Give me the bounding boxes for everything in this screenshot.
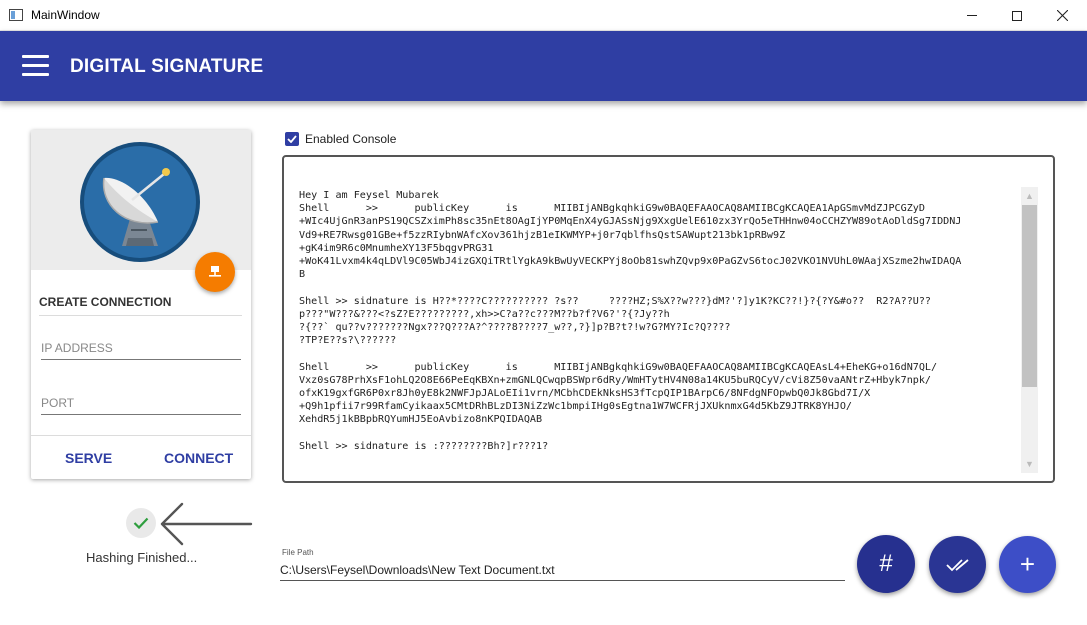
hamburger-menu-icon[interactable]	[22, 55, 49, 76]
hash-button[interactable]: #	[857, 535, 915, 593]
app-title: DIGITAL SIGNATURE	[70, 56, 264, 77]
status-check-badge	[126, 508, 156, 538]
add-button[interactable]: +	[999, 536, 1056, 593]
scroll-up-icon[interactable]: ▲	[1021, 189, 1038, 203]
arrow-left-icon	[160, 502, 253, 546]
status-text: Hashing Finished...	[86, 550, 198, 565]
ip-address-input[interactable]	[41, 336, 241, 359]
minimize-icon	[967, 15, 977, 16]
minimize-button[interactable]	[949, 0, 995, 31]
ip-address-field[interactable]	[41, 336, 241, 360]
connect-button[interactable]: CONNECT	[164, 450, 233, 466]
plus-icon: +	[1019, 549, 1036, 579]
window-app-icon	[9, 9, 23, 21]
console-panel[interactable]: Hey I am Feysel Mubarek Shell >> publicK…	[282, 155, 1055, 483]
console-toggle[interactable]: Enabled Console	[285, 132, 396, 146]
card-actions-divider	[31, 435, 251, 436]
hash-icon: #	[879, 550, 893, 577]
double-check-icon	[945, 558, 969, 571]
connection-card: CREATE CONNECTION SERVE CONNECT	[31, 130, 251, 479]
card-divider	[39, 315, 242, 316]
network-action-button[interactable]	[195, 252, 235, 292]
window-titlebar: MainWindow	[0, 0, 1087, 31]
network-icon	[209, 266, 221, 277]
window-title: MainWindow	[31, 8, 100, 22]
console-scrollbar[interactable]: ▲ ▼	[1021, 187, 1038, 473]
serve-button[interactable]: SERVE	[65, 450, 112, 466]
app-bar: DIGITAL SIGNATURE	[0, 31, 1087, 101]
scroll-down-icon[interactable]: ▼	[1021, 457, 1038, 471]
maximize-icon	[1012, 10, 1022, 21]
create-connection-heading: CREATE CONNECTION	[39, 295, 172, 309]
satellite-dish-icon	[80, 142, 200, 262]
port-field[interactable]	[41, 391, 241, 415]
card-image-area	[31, 130, 251, 270]
file-path-field[interactable]: C:\Users\Feysel\Downloads\New Text Docum…	[280, 560, 845, 581]
checkmark-icon	[287, 135, 297, 143]
verify-button[interactable]	[929, 536, 986, 593]
port-input[interactable]	[41, 391, 241, 414]
file-path-value: C:\Users\Feysel\Downloads\New Text Docum…	[280, 563, 555, 577]
console-output: Hey I am Feysel Mubarek Shell >> publicK…	[299, 190, 962, 452]
maximize-button[interactable]	[994, 0, 1040, 31]
file-path-label: File Path	[282, 548, 314, 557]
close-icon	[1056, 10, 1068, 21]
scroll-thumb[interactable]	[1022, 205, 1037, 387]
console-checkbox[interactable]	[285, 132, 299, 146]
check-icon	[133, 517, 149, 529]
console-toggle-label: Enabled Console	[305, 132, 397, 146]
close-button[interactable]	[1039, 0, 1085, 31]
